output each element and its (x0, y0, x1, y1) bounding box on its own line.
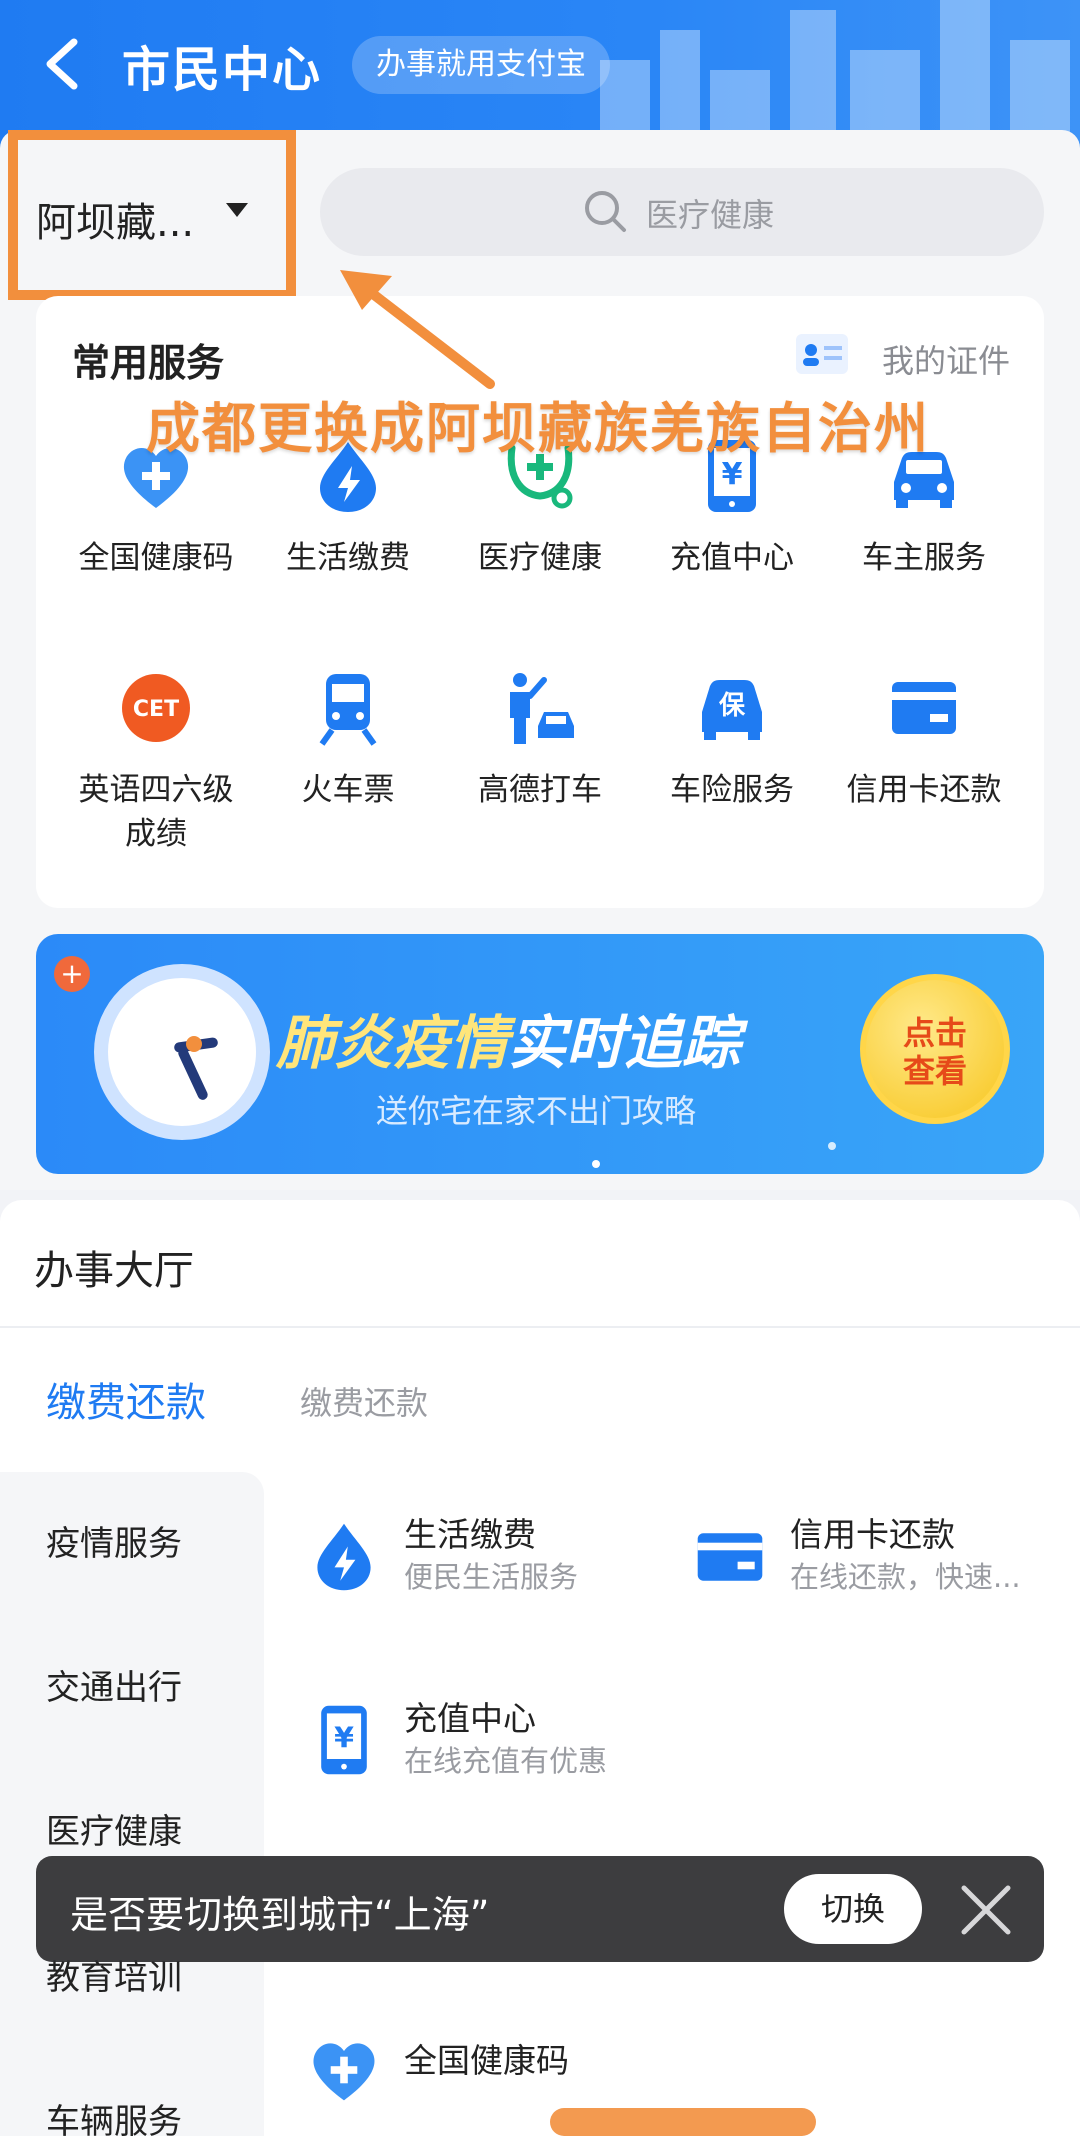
switch-city-toast: 是否要切换到城市“上海” 切换 (36, 1856, 1044, 1962)
plus-badge-icon: + (54, 956, 90, 992)
close-icon[interactable] (958, 1882, 1014, 1938)
sidebar-item-epidemic[interactable]: 疫情服务 (46, 1516, 182, 1565)
service-credit-card-repayment[interactable]: 信用卡还款 (824, 668, 1024, 812)
toast-message: 是否要切换到城市“上海” (70, 1893, 490, 1937)
utility-bolt-drop-icon (317, 1523, 371, 1591)
section-title: 办事大厅 (34, 1248, 194, 1294)
service-label: 车险服务 (670, 772, 794, 808)
banner-headline-part1: 肺炎疫情 (276, 1009, 509, 1077)
service-label: 英语四六级成绩 (78, 772, 234, 852)
credit-card-icon (697, 1533, 763, 1581)
sidebar-item-vehicle[interactable]: 车辆服务 (46, 2094, 182, 2136)
svg-text:CET: CET (133, 697, 179, 722)
svg-text:保: 保 (718, 691, 746, 721)
my-certificates-link[interactable]: 我的证件 (882, 336, 1010, 382)
divider (0, 1326, 1080, 1328)
home-indicator (550, 2108, 816, 2136)
tab-payment-active[interactable]: 缴费还款 (46, 1370, 206, 1428)
train-icon (319, 674, 377, 746)
search-icon (585, 191, 626, 232)
service-label: 医疗健康 (478, 540, 602, 576)
id-card-icon[interactable] (796, 334, 848, 374)
page-title: 市民中心 (122, 42, 323, 98)
item-title: 全国健康码 (404, 2041, 569, 2080)
cet-icon: CET (122, 674, 190, 742)
banner-headline-part2: 实时追踪 (508, 1009, 741, 1077)
item-subtitle: 便民生活服务 (404, 1560, 579, 1594)
search-placeholder: 医疗健康 (646, 196, 775, 234)
banner-cta-line1: 点击 (902, 1014, 967, 1052)
tab-payment-sub[interactable]: 缴费还款 (300, 1378, 428, 1424)
svg-text:¥: ¥ (334, 1722, 354, 1755)
service-label: 生活缴费 (286, 540, 410, 576)
switch-city-button[interactable]: 切换 (784, 1874, 922, 1944)
item-title: 信用卡还款 (790, 1515, 955, 1554)
search-input[interactable]: 医疗健康 (320, 168, 1044, 256)
service-label: 火车票 (301, 772, 395, 808)
item-title: 充值中心 (404, 1699, 536, 1738)
banner-headline: 肺炎疫情实时追踪 (276, 996, 740, 1080)
clock-icon (94, 964, 270, 1140)
carousel-indicator (828, 1142, 836, 1150)
item-subtitle: 在线充值有优惠 (404, 1744, 608, 1778)
service-gaode-taxi[interactable]: 高德打车 (440, 668, 640, 812)
service-label: 信用卡还款 (846, 772, 1002, 808)
section-title: 常用服务 (72, 341, 225, 385)
annotation-arrow-icon (340, 270, 495, 389)
phone-yen-icon: ¥ (321, 1705, 367, 1775)
city-skyline-decoration (600, 0, 1070, 140)
category-sidebar: 疫情服务 交通出行 医疗健康 教育培训 车辆服务 (0, 1472, 264, 2136)
sidebar-item-transport[interactable]: 交通出行 (46, 1660, 182, 1709)
banner-cta-button[interactable]: 点击 查看 (860, 974, 1010, 1124)
service-label: 充值中心 (670, 540, 794, 576)
service-hall-section: 办事大厅 缴费还款 缴费还款 疫情服务 交通出行 医疗健康 教育培训 车辆服务 … (0, 1200, 1080, 2136)
car-insurance-icon: 保 (702, 680, 762, 740)
banner-cta-line2: 查看 (902, 1052, 967, 1090)
service-train-tickets[interactable]: 火车票 (248, 668, 448, 812)
annotation-caption: 成都更换成阿坝藏族羌族自治州 (146, 397, 930, 460)
epidemic-tracking-banner[interactable]: + 肺炎疫情实时追踪 送你宅在家不出门攻略 点击 查看 (36, 934, 1044, 1174)
service-label: 车主服务 (862, 540, 986, 576)
credit-card-icon (892, 682, 956, 734)
item-subtitle: 在线还款，快速... (790, 1560, 1021, 1594)
carousel-indicator (592, 1160, 600, 1168)
service-label: 全国健康码 (78, 540, 234, 576)
sidebar-item-medical[interactable]: 医疗健康 (46, 1804, 182, 1853)
alipay-tagline-badge: 办事就用支付宝 (352, 36, 610, 94)
service-car-insurance[interactable]: 保 车险服务 (632, 668, 832, 812)
service-cet-scores[interactable]: CET 英语四六级成绩 (56, 668, 256, 856)
banner-subtitle: 送你宅在家不出门攻略 (376, 1092, 697, 1130)
taxi-hail-icon (510, 673, 574, 744)
annotation-highlight-box (8, 130, 296, 300)
back-arrow-icon[interactable] (38, 34, 88, 94)
item-title: 生活缴费 (404, 1515, 536, 1554)
service-label: 高德打车 (478, 772, 602, 808)
health-code-heart-icon (313, 2043, 375, 2101)
